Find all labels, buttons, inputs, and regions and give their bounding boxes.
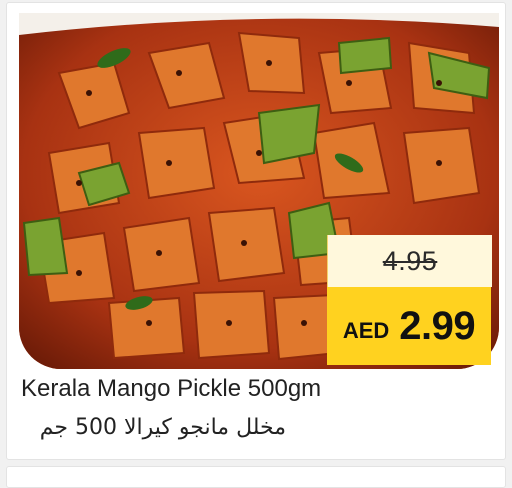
sale-price: 2.99	[399, 303, 476, 348]
old-price: 4.95	[382, 245, 438, 276]
currency-label: AED	[342, 318, 390, 343]
next-product-card[interactable]	[6, 466, 506, 488]
new-price-badge: AED 2.99	[327, 287, 491, 365]
product-title-english[interactable]: Kerala Mango Pickle 500gm	[21, 375, 491, 403]
product-card[interactable]: 4.95 AED 2.99 Kerala Mango Pickle 500gm …	[6, 2, 506, 460]
product-title-arabic[interactable]: مخلل مانجو كيرالا 500 جم	[21, 415, 286, 440]
price-tag: 4.95 AED 2.99	[327, 235, 492, 367]
old-price-box: 4.95	[327, 235, 492, 287]
